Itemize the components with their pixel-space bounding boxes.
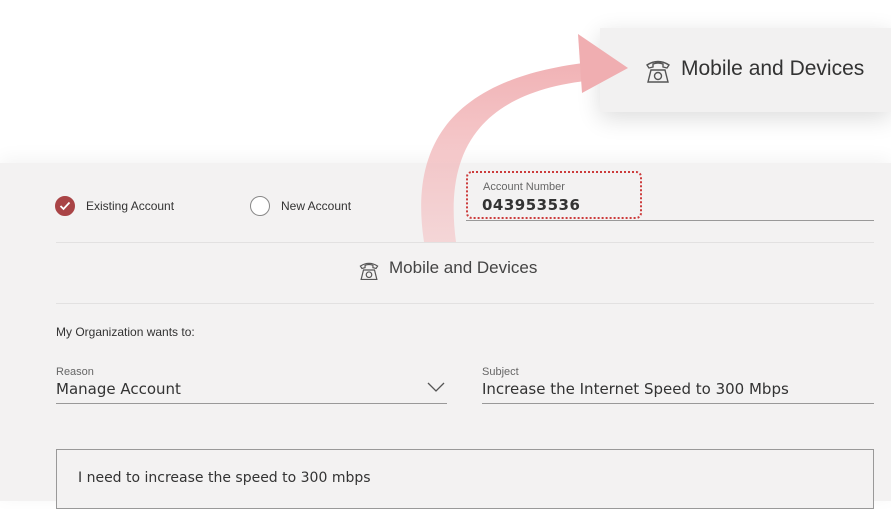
callout-label: Mobile and Devices [681,57,865,80]
checkmark-icon [59,201,71,211]
form-intro: My Organization wants to: [56,325,195,339]
reason-select[interactable]: Manage Account [56,380,181,398]
radio-existing-account[interactable]: Existing Account [55,195,174,217]
radio-label-existing: Existing Account [86,199,175,213]
subject-input[interactable]: Increase the Internet Speed to 300 Mbps [482,380,789,398]
telephone-icon [359,262,379,281]
radio-unchecked[interactable] [250,196,270,216]
account-number-input[interactable]: 043953536 [482,196,580,214]
reason-underline [56,403,447,404]
zoomed-section-callout: Mobile and Devices [600,28,891,112]
divider [56,303,874,304]
chevron-down-icon[interactable] [427,381,445,393]
section-title-label: Mobile and Devices [389,258,538,277]
radio-label-new: New Account [281,199,352,213]
account-number-label: Account Number [483,181,565,193]
telephone-icon [646,60,670,83]
section-title: Mobile and Devices [272,241,632,297]
radio-checked[interactable] [55,196,75,216]
reason-label: Reason [56,366,94,378]
message-textarea[interactable]: I need to increase the speed to 300 mbps [56,449,874,509]
account-number-underline [466,220,874,221]
subject-label: Subject [482,366,519,378]
message-text: I need to increase the speed to 300 mbps [78,470,371,486]
subject-underline [482,403,874,404]
radio-new-account[interactable]: New Account [250,195,351,217]
